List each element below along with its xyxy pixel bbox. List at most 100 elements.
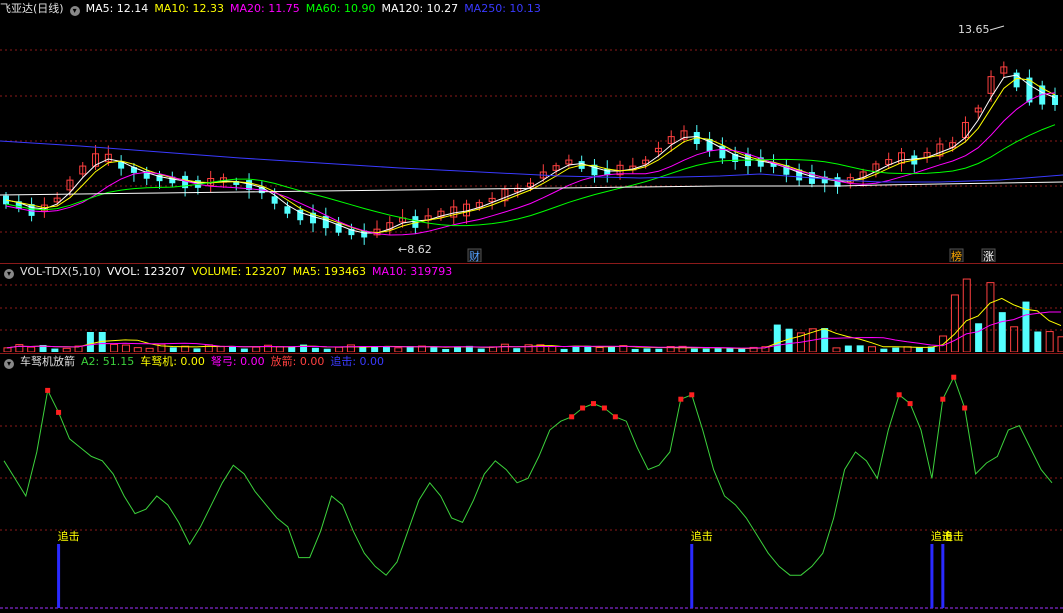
indicator-value: VVOL: 123207 — [106, 265, 186, 278]
volume-bar — [252, 346, 261, 352]
indicator-value: MA120: 10.27 — [381, 2, 459, 15]
volume-bar — [643, 348, 651, 352]
candle-body — [284, 206, 291, 214]
indicator-value: MA10: 319793 — [372, 265, 453, 278]
price-header: 飞亚达(日线) ▾ MA5: 12.14 MA10: 12.33 MA20: 11.75… — [0, 2, 553, 16]
volume-bar — [133, 347, 142, 352]
ma5-line — [5, 74, 1056, 234]
indicator-value: A2: 51.15 — [81, 355, 135, 368]
ma10-line — [5, 77, 1056, 234]
volume-bar — [773, 324, 781, 352]
volume-bar — [844, 345, 852, 352]
volume-bar — [311, 347, 319, 352]
signal-marker — [601, 405, 607, 411]
volume-bar — [950, 294, 959, 352]
chase-bar — [690, 544, 694, 608]
oscillator-header: ▾ 车驽机放箭 A2: 51.15 车驽机: 0.00 弩弓: 0.00 放箭: 0.00… — [0, 355, 396, 369]
chase-label: 追击 — [58, 529, 80, 543]
volume-bar — [892, 347, 900, 352]
signal-marker — [689, 392, 695, 398]
volume-bar — [275, 346, 284, 352]
volume-bar — [631, 348, 639, 352]
volume-bar — [832, 347, 841, 352]
stock-title[interactable]: 飞亚达(日线) — [0, 2, 64, 15]
event-badge-label: 榜 — [951, 249, 962, 262]
volume-bar — [110, 343, 119, 352]
chase-bar — [941, 544, 945, 608]
volume-bar — [821, 328, 829, 352]
volume-bar — [726, 348, 734, 352]
volume-bar — [382, 346, 390, 352]
volume-bar — [548, 345, 557, 352]
candle-body — [271, 196, 278, 204]
candle-body — [834, 177, 841, 187]
indicator-value: MA20: 11.75 — [230, 2, 300, 15]
volume-bar — [477, 348, 485, 352]
candlestick-chart[interactable]: 13.65 ←8.62 财 榜 涨 — [0, 0, 1063, 262]
volume-bar — [121, 344, 130, 352]
volume-bar — [998, 312, 1006, 352]
volume-bar — [1010, 326, 1019, 352]
chase-label: 追击 — [942, 529, 964, 543]
volume-bar — [240, 348, 248, 352]
volume-bar — [738, 348, 746, 352]
volume-bar — [595, 347, 604, 352]
volume-bar — [15, 344, 24, 352]
settings-icon[interactable]: ▾ — [4, 359, 14, 369]
volume-bar — [346, 344, 355, 352]
signal-marker — [591, 401, 596, 407]
indicator-value: 追击: 0.00 — [330, 355, 385, 368]
chase-bar — [930, 544, 934, 608]
volume-bar — [51, 348, 59, 352]
indicator-value: MA5: 193463 — [292, 265, 367, 278]
volume-bar — [856, 345, 864, 352]
signal-marker — [612, 414, 618, 420]
oscillator-title[interactable]: 车驽机放箭 — [20, 355, 75, 368]
signal-marker — [951, 374, 957, 380]
settings-icon[interactable]: ▾ — [69, 6, 80, 16]
oscillator-chart[interactable]: 追击 追击 追击追击 — [0, 354, 1063, 613]
volume-bar — [655, 348, 663, 352]
oscillator-panel: ▾ 车驽机放箭 A2: 51.15 车驽机: 0.00 弩弓: 0.00 放箭: 0.00… — [0, 354, 1063, 613]
volume-bar — [880, 348, 888, 352]
volume-bar — [86, 332, 94, 352]
volume-header: ▾ VOL-TDX(5,10) VVOL: 123207 VOLUME: 123207… — [0, 265, 464, 279]
indicator-value: 放箭: 0.00 — [270, 355, 325, 368]
volume-bar — [962, 278, 971, 352]
volume-bar — [145, 347, 154, 352]
low-price-label: ←8.62 — [398, 243, 432, 256]
volume-bar — [442, 348, 450, 352]
signal-marker — [569, 414, 575, 420]
volume-bar — [915, 347, 923, 352]
volume-bar — [3, 347, 12, 352]
signal-marker — [896, 392, 902, 398]
volume-bar — [714, 348, 722, 352]
high-price-pointer — [989, 25, 1005, 31]
volume-bar — [430, 346, 438, 352]
volume-bar — [335, 346, 344, 352]
oscillator-line — [3, 375, 1053, 576]
signal-marker — [940, 396, 946, 402]
volume-bar — [560, 348, 568, 352]
volume-bar — [169, 347, 177, 352]
volume-bar — [323, 348, 331, 352]
volume-bar — [454, 346, 462, 352]
volume-bar — [1045, 331, 1054, 352]
indicator-value: MA10: 12.33 — [154, 2, 225, 15]
signal-marker — [907, 401, 913, 407]
chase-label: 追击 — [691, 529, 713, 543]
indicator-value: VOLUME: 123207 — [191, 265, 287, 278]
high-price-label: 13.65 — [958, 23, 990, 36]
volume-bar — [1057, 336, 1063, 352]
volume-bar — [371, 346, 379, 352]
volume-bar — [986, 282, 995, 352]
settings-icon[interactable]: ▾ — [4, 269, 14, 279]
signal-marker — [45, 387, 51, 393]
indicator-value: 弩弓: 0.00 — [210, 355, 265, 368]
volume-bar — [288, 346, 296, 352]
volume-title[interactable]: VOL-TDX(5,10) — [20, 265, 101, 278]
volume-bar — [62, 347, 71, 352]
volume-bar — [1034, 331, 1042, 352]
volume-bar — [193, 348, 201, 352]
volume-bar — [394, 347, 403, 352]
